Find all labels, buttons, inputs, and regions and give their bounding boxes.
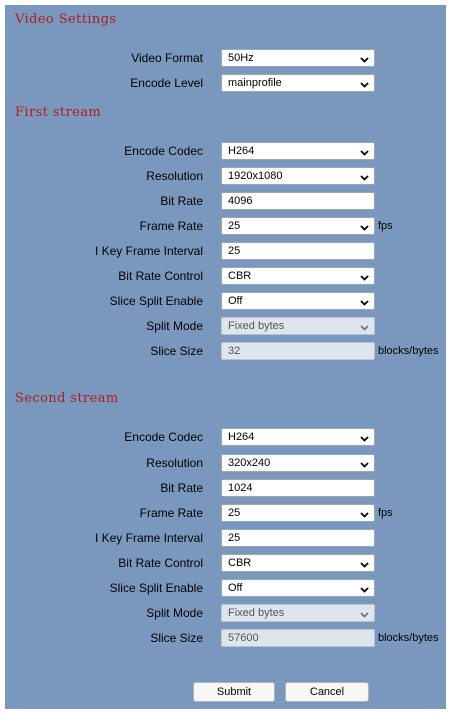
first-frame-rate-unit: fps: [378, 220, 393, 232]
second-slice-size-input: 57600: [221, 629, 375, 647]
first-slice-split-enable-select[interactable]: Off: [221, 292, 375, 310]
second-split-mode-label: Split Mode: [146, 606, 203, 620]
second-slice-split-enable-select[interactable]: Off: [221, 579, 375, 597]
second-slice-size-label: Slice Size: [150, 631, 203, 645]
first-resolution-select[interactable]: 1920x1080: [221, 167, 375, 185]
second-bit-rate-control-label: Bit Rate Control: [118, 556, 203, 570]
encode-level-select[interactable]: mainprofile: [221, 74, 375, 92]
second-slice-split-enable-label: Slice Split Enable: [109, 581, 203, 595]
second-slice-split-enable-value: Off: [228, 582, 243, 594]
first-bit-rate-label: Bit Rate: [160, 194, 203, 208]
first-i-key-frame-interval-value: 25: [228, 245, 241, 257]
chevron-down-icon: [360, 223, 369, 232]
second-i-key-frame-interval-value: 25: [228, 532, 241, 544]
second-bit-rate-control-value: CBR: [228, 557, 252, 569]
video-format-value: 50Hz: [228, 52, 254, 64]
first-slice-size-label: Slice Size: [150, 344, 203, 358]
video-format-label: Video Format: [131, 51, 203, 65]
second-resolution-select[interactable]: 320x240: [221, 454, 375, 472]
chevron-down-icon: [360, 173, 369, 182]
second-frame-rate-label: Frame Rate: [139, 506, 203, 520]
first-frame-rate-select[interactable]: 25: [221, 217, 375, 235]
first-i-key-frame-interval-input[interactable]: 25: [221, 242, 375, 260]
second-bit-rate-control-select[interactable]: CBR: [221, 554, 375, 572]
second-frame-rate-unit: fps: [378, 507, 393, 519]
first-split-mode-value: Fixed bytes: [228, 320, 285, 332]
first-resolution-value: 1920x1080: [228, 170, 283, 182]
first-bit-rate-control-label: Bit Rate Control: [118, 269, 203, 283]
second-encode-codec-select[interactable]: H264: [221, 428, 375, 446]
chevron-down-icon: [360, 55, 369, 64]
second-resolution-value: 320x240: [228, 457, 271, 469]
submit-button[interactable]: Submit: [193, 682, 275, 702]
chevron-down-icon: [360, 80, 369, 89]
second-encode-codec-label: Encode Codec: [124, 430, 203, 444]
second-i-key-frame-interval-label: I Key Frame Interval: [94, 531, 203, 545]
second-resolution-label: Resolution: [146, 456, 203, 470]
first-split-mode-label: Split Mode: [146, 319, 203, 333]
chevron-down-icon: [360, 273, 369, 282]
first-slice-split-enable-label: Slice Split Enable: [109, 294, 203, 308]
first-bit-rate-value: 4096: [228, 195, 253, 207]
encode-level-value: mainprofile: [228, 77, 282, 89]
first-slice-size-value: 32: [228, 345, 241, 357]
settings-panel: Video Settings Video Format 50Hz Encode …: [5, 5, 446, 709]
second-split-mode-value: Fixed bytes: [228, 607, 285, 619]
first-frame-rate-label: Frame Rate: [139, 219, 203, 233]
chevron-down-icon: [360, 298, 369, 307]
first-bit-rate-control-value: CBR: [228, 270, 252, 282]
chevron-down-icon: [360, 148, 369, 157]
cancel-button[interactable]: Cancel: [285, 682, 369, 702]
section-title-second-stream: Second stream: [15, 391, 119, 406]
first-bit-rate-input[interactable]: 4096: [221, 192, 375, 210]
section-title-first-stream: First stream: [15, 105, 102, 120]
first-slice-size-unit: blocks/bytes: [378, 345, 439, 357]
first-slice-split-enable-value: Off: [228, 295, 243, 307]
second-bit-rate-input[interactable]: 1024: [221, 479, 375, 497]
chevron-down-icon: [360, 460, 369, 469]
first-encode-codec-label: Encode Codec: [124, 144, 203, 158]
first-encode-codec-select[interactable]: H264: [221, 142, 375, 160]
second-bit-rate-label: Bit Rate: [160, 481, 203, 495]
second-i-key-frame-interval-input[interactable]: 25: [221, 529, 375, 547]
first-slice-size-input: 32: [221, 342, 375, 360]
second-slice-size-value: 57600: [228, 632, 259, 644]
chevron-down-icon: [360, 434, 369, 443]
second-bit-rate-value: 1024: [228, 482, 253, 494]
first-i-key-frame-interval-label: I Key Frame Interval: [94, 244, 203, 258]
section-title-video-settings: Video Settings: [15, 12, 117, 27]
first-split-mode-select: Fixed bytes: [221, 317, 375, 335]
first-resolution-label: Resolution: [146, 169, 203, 183]
chevron-down-icon: [360, 323, 369, 332]
second-frame-rate-select[interactable]: 25: [221, 504, 375, 522]
first-bit-rate-control-select[interactable]: CBR: [221, 267, 375, 285]
chevron-down-icon: [360, 560, 369, 569]
first-frame-rate-value: 25: [228, 220, 241, 232]
chevron-down-icon: [360, 585, 369, 594]
second-slice-size-unit: blocks/bytes: [378, 632, 439, 644]
second-split-mode-select: Fixed bytes: [221, 604, 375, 622]
chevron-down-icon: [360, 510, 369, 519]
video-format-select[interactable]: 50Hz: [221, 49, 375, 67]
second-frame-rate-value: 25: [228, 507, 241, 519]
chevron-down-icon: [360, 610, 369, 619]
encode-level-label: Encode Level: [130, 76, 203, 90]
second-encode-codec-value: H264: [228, 431, 255, 443]
first-encode-codec-value: H264: [228, 145, 255, 157]
